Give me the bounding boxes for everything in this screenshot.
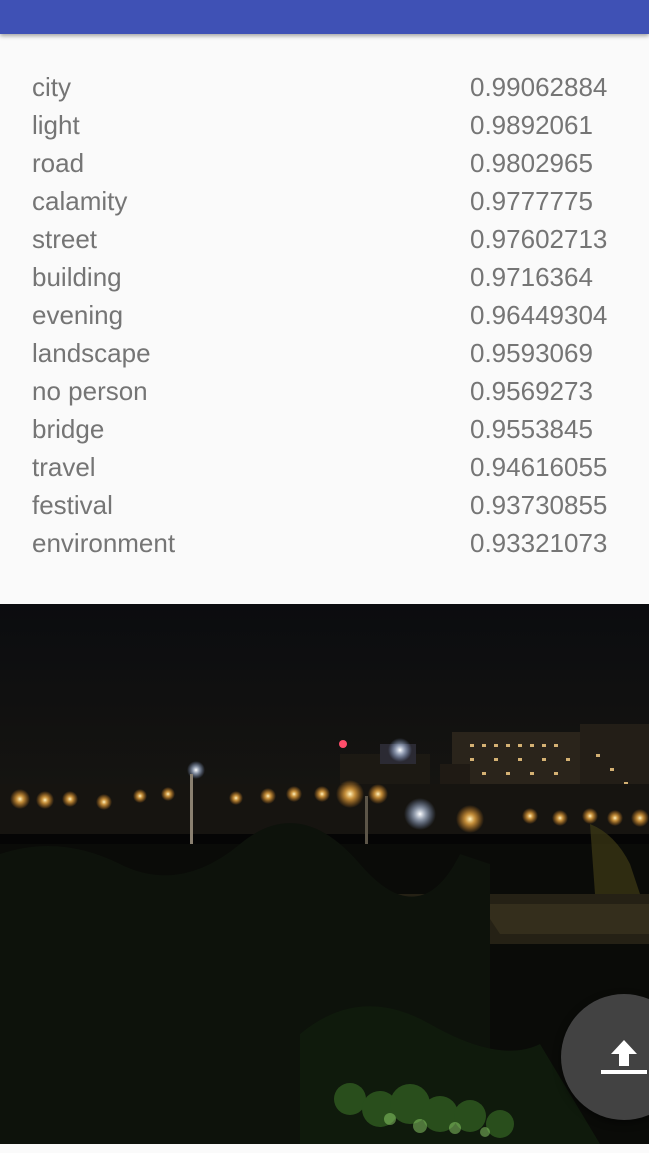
result-score: 0.9716364 [470, 262, 593, 292]
result-label: evening [32, 300, 124, 330]
night-city-photo [0, 604, 649, 1144]
result-row: festival 0.93730855 [32, 486, 622, 524]
result-score: 0.94616055 [470, 452, 608, 482]
result-label: travel [32, 452, 96, 482]
result-row: evening 0.96449304 [32, 296, 622, 334]
result-row: street 0.97602713 [32, 220, 622, 258]
result-score: 0.97602713 [470, 224, 608, 254]
result-label: city [32, 72, 71, 102]
result-row: no person 0.9569273 [32, 372, 622, 410]
result-label: building [32, 262, 122, 292]
result-score: 0.96449304 [470, 300, 608, 330]
results-list: city 0.99062884 light 0.9892061 road 0.9… [0, 34, 649, 604]
result-row: road 0.9802965 [32, 144, 622, 182]
result-row: landscape 0.9593069 [32, 334, 622, 372]
bottom-strip [0, 1144, 649, 1153]
result-label: environment [32, 528, 176, 558]
app-screen: city 0.99062884 light 0.9892061 road 0.9… [0, 0, 649, 1153]
result-label: landscape [32, 338, 151, 368]
result-label: light [32, 110, 80, 140]
result-score: 0.99062884 [470, 72, 608, 102]
result-label: festival [32, 490, 113, 520]
result-score: 0.9593069 [470, 338, 593, 368]
result-label: calamity [32, 186, 128, 216]
upload-icon [601, 1040, 647, 1074]
result-row: calamity 0.9777775 [32, 182, 622, 220]
result-score: 0.9777775 [470, 186, 593, 216]
night-city-illustration [0, 604, 649, 1144]
result-label: bridge [32, 414, 105, 444]
result-row: travel 0.94616055 [32, 448, 622, 486]
result-label: no person [32, 376, 148, 406]
result-score: 0.93730855 [470, 490, 608, 520]
result-row: city 0.99062884 [32, 68, 622, 106]
result-row: bridge 0.9553845 [32, 410, 622, 448]
result-score: 0.9569273 [470, 376, 593, 406]
result-label: road [32, 148, 85, 178]
result-score: 0.93321073 [470, 528, 608, 558]
result-score: 0.9802965 [470, 148, 593, 178]
result-score: 0.9892061 [470, 110, 593, 140]
result-label: street [32, 224, 98, 254]
result-row: light 0.9892061 [32, 106, 622, 144]
app-bar [0, 0, 649, 34]
result-row: building 0.9716364 [32, 258, 622, 296]
result-row: environment 0.93321073 [32, 524, 622, 562]
result-score: 0.9553845 [470, 414, 593, 444]
